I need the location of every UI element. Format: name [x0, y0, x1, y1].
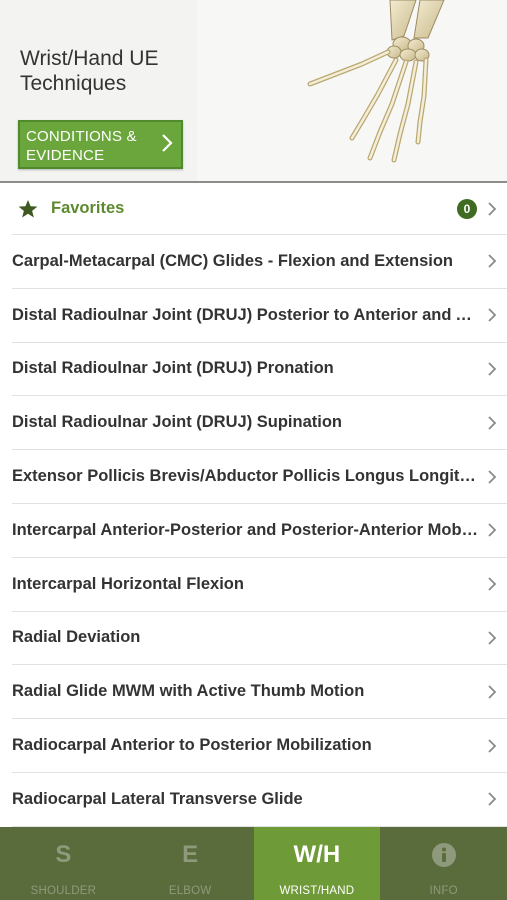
tab-info[interactable]: INFO: [380, 827, 507, 900]
list-item-label: Distal Radioulnar Joint (DRUJ) Pronation: [12, 359, 334, 378]
list-item-druj-supination[interactable]: Distal Radioulnar Joint (DRUJ) Supinatio…: [12, 396, 507, 451]
chevron-right-icon: [488, 469, 497, 484]
wrist-hand-tab-icon: W/H: [293, 841, 341, 868]
list-item-druj-pronation[interactable]: Distal Radioulnar Joint (DRUJ) Pronation: [12, 343, 507, 397]
list-item-cmc-glides[interactable]: Carpal-Metacarpal (CMC) Glides - Flexion…: [12, 235, 507, 289]
info-icon: [431, 843, 456, 867]
page-title-line1: Wrist/Hand UE: [20, 47, 159, 70]
chevron-right-icon: [488, 254, 497, 269]
tab-elbow[interactable]: E ELBOW: [127, 827, 254, 900]
list-item-label: Extensor Pollicis Brevis/Abductor Pollic…: [12, 467, 479, 486]
tab-shoulder[interactable]: S SHOULDER: [0, 827, 127, 900]
tab-bar: S SHOULDER E ELBOW W/H WRIST/HAND INFO: [0, 827, 507, 900]
tab-wrist-hand-label: WRIST/HAND: [279, 885, 355, 897]
tab-info-label: INFO: [429, 885, 458, 897]
favorites-row[interactable]: Favorites 0: [12, 183, 507, 235]
chevron-right-icon: [488, 362, 497, 376]
list-item-radial-deviation[interactable]: Radial Deviation: [12, 612, 507, 666]
chevron-right-icon: [488, 577, 497, 591]
list-item-radiocarpal-ap-mobilization[interactable]: Radiocarpal Anterior to Posterior Mobili…: [12, 719, 507, 773]
list-item-label: Intercarpal Anterior-Posterior and Poste…: [12, 520, 479, 539]
favorites-label: Favorites: [51, 199, 125, 217]
list-item-druj-posterior-anterior[interactable]: Distal Radioulnar Joint (DRUJ) Posterior…: [12, 289, 507, 343]
chevron-right-icon: [488, 792, 497, 806]
page-title-line2: Techniques: [20, 72, 127, 95]
tab-shoulder-label: SHOULDER: [30, 885, 97, 897]
conditions-line2: EVIDENCE: [26, 147, 105, 164]
chevron-right-icon: [488, 738, 497, 753]
chevron-right-icon: [488, 201, 497, 216]
chevron-right-icon: [488, 523, 497, 538]
star-icon: [18, 199, 38, 217]
list-item-label: Distal Radioulnar Joint (DRUJ) Posterior…: [12, 305, 479, 324]
tab-elbow-label: ELBOW: [168, 885, 212, 897]
list-item-label: Radiocarpal Lateral Transverse Glide: [12, 789, 303, 808]
page-title: Wrist/Hand UE Techniques: [20, 46, 200, 96]
list-item-label: Carpal-Metacarpal (CMC) Glides - Flexion…: [12, 251, 453, 270]
list-item-intercarpal-horizontal-flexion[interactable]: Intercarpal Horizontal Flexion: [12, 558, 507, 612]
list-item-label: Radial Glide MWM with Active Thumb Motio…: [12, 682, 365, 701]
favorites-count-badge: 0: [457, 198, 477, 219]
chevron-right-icon: [488, 416, 497, 430]
list-item-radiocarpal-lateral-glide[interactable]: Radiocarpal Lateral Transverse Glide: [12, 773, 507, 827]
hand-skeleton-illustration: [307, 0, 445, 163]
list-item-label: Intercarpal Horizontal Flexion: [12, 574, 244, 593]
header-banner: Wrist/Hand UE Techniques CONDITIONS & EV…: [0, 0, 507, 183]
chevron-right-icon: [488, 685, 497, 699]
conditions-evidence-button[interactable]: CONDITIONS & EVIDENCE: [18, 120, 183, 169]
technique-list: Favorites 0 Carpal-Metacarpal (CMC) Glid…: [0, 183, 507, 827]
tab-wrist-hand[interactable]: W/H WRIST/HAND: [253, 827, 381, 900]
chevron-right-icon: [162, 134, 173, 152]
shoulder-tab-icon: S: [55, 841, 72, 868]
list-item-epb-apl-glide[interactable]: Extensor Pollicis Brevis/Abductor Pollic…: [12, 450, 507, 504]
conditions-line1: CONDITIONS &: [26, 128, 137, 145]
list-item-label: Radial Deviation: [12, 628, 141, 647]
list-item-label: Radiocarpal Anterior to Posterior Mobili…: [12, 736, 372, 755]
elbow-tab-icon: E: [182, 841, 199, 868]
list-item-radial-glide-mwm[interactable]: Radial Glide MWM with Active Thumb Motio…: [12, 665, 507, 720]
list-item-intercarpal-ap-pa[interactable]: Intercarpal Anterior-Posterior and Poste…: [12, 504, 507, 558]
chevron-right-icon: [488, 308, 497, 322]
list-item-label: Distal Radioulnar Joint (DRUJ) Supinatio…: [12, 413, 343, 432]
chevron-right-icon: [488, 631, 497, 645]
